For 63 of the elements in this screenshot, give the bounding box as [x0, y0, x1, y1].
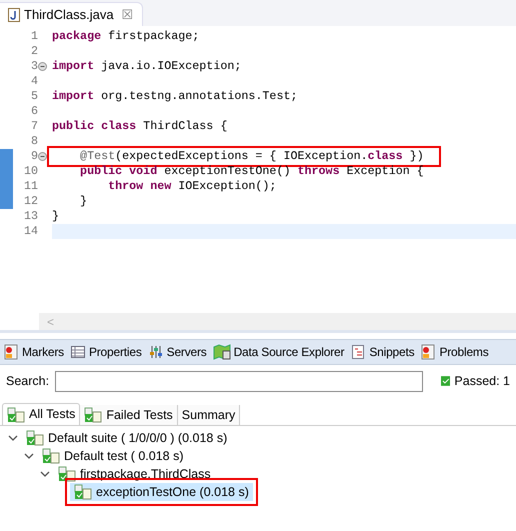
code-text: @Test(expectedExceptions = { IOException.class }) — [50, 149, 438, 164]
document-icon — [350, 344, 366, 360]
code-text: } — [79, 194, 88, 209]
result-tab[interactable]: All Tests — [2, 403, 80, 425]
test-icon — [74, 484, 92, 500]
chevron-icon[interactable] — [8, 433, 18, 443]
line-number: 13 — [24, 209, 38, 224]
search-field[interactable] — [55, 370, 423, 392]
tree-label: Default suite ( 1/0/0/0 ) (0.018 s) — [48, 430, 228, 447]
line-number: 14 — [24, 224, 38, 239]
tree-item[interactable]: firstpackage.ThirdClass — [54, 464, 215, 484]
collapse-icon[interactable] — [38, 62, 47, 71]
report-icon — [3, 344, 19, 360]
tree-item[interactable]: Default suite ( 1/0/0/0 ) (0.018 s) — [22, 428, 232, 448]
line-number: 10 — [24, 164, 38, 179]
search-label: Search: — [6, 372, 50, 390]
tree-item[interactable]: exceptionTestOne (0.018 s) — [70, 482, 253, 502]
tab-title: ThirdClass.java — [24, 6, 114, 24]
close-icon[interactable]: ☒ — [122, 4, 134, 24]
chevron-icon[interactable] — [40, 469, 50, 479]
view-tab[interactable]: Data Source Explorer — [212, 343, 344, 361]
line-number: 7 — [30, 119, 38, 134]
collapse-icon[interactable] — [38, 152, 47, 161]
view-tab[interactable]: Properties — [70, 343, 142, 361]
chevron-icon[interactable] — [24, 451, 34, 461]
java-file-icon — [8, 8, 20, 22]
line-number: 8 — [30, 134, 38, 149]
line-number: 6 — [30, 104, 38, 119]
tree-label: Default test ( 0.018 s) — [64, 448, 184, 465]
code-text: public class ThirdClass { — [52, 119, 228, 134]
view-tab[interactable]: Markers — [3, 343, 64, 361]
view-tab[interactable]: Servers — [148, 343, 207, 361]
test-icon — [42, 448, 60, 464]
line-number: 4 — [30, 74, 38, 89]
code-text: public void exceptionTestOne() throws Exception { — [79, 164, 424, 179]
report-icon — [420, 344, 436, 360]
line-number: 1 — [30, 29, 38, 44]
result-tab[interactable]: Failed Tests — [80, 405, 178, 425]
view-tab[interactable]: Snippets — [350, 343, 414, 361]
result-tab[interactable]: Summary — [178, 405, 240, 425]
code-text: throw new IOException(); — [107, 179, 276, 194]
line-number: 2 — [30, 44, 38, 59]
line-number: 3 — [30, 59, 38, 74]
code-text: import java.io.IOException; — [52, 59, 242, 74]
editor-tab[interactable]: ThirdClass.java ☒ — [0, 2, 143, 26]
code-text: } — [52, 209, 60, 224]
check-icon — [440, 376, 450, 386]
line-number: 12 — [24, 194, 38, 209]
test-icon — [26, 430, 44, 446]
tree-item[interactable]: Default test ( 0.018 s) — [38, 446, 188, 466]
line-number: 11 — [24, 179, 38, 194]
view-tab[interactable]: Problems — [420, 343, 489, 361]
table-icon — [70, 344, 86, 360]
line-number: 9 — [30, 149, 38, 164]
test-icon — [58, 466, 76, 482]
map-icon — [212, 344, 231, 360]
passed-count: Passed: 1 — [454, 372, 510, 390]
line-number: 5 — [30, 89, 38, 104]
tree-label: firstpackage.ThirdClass — [80, 466, 211, 483]
code-text: import org.testng.annotations.Test; — [52, 89, 298, 104]
code-text: package firstpackage; — [52, 29, 200, 44]
sliders-icon — [148, 344, 164, 360]
tree-label: exceptionTestOne (0.018 s) — [96, 484, 249, 501]
